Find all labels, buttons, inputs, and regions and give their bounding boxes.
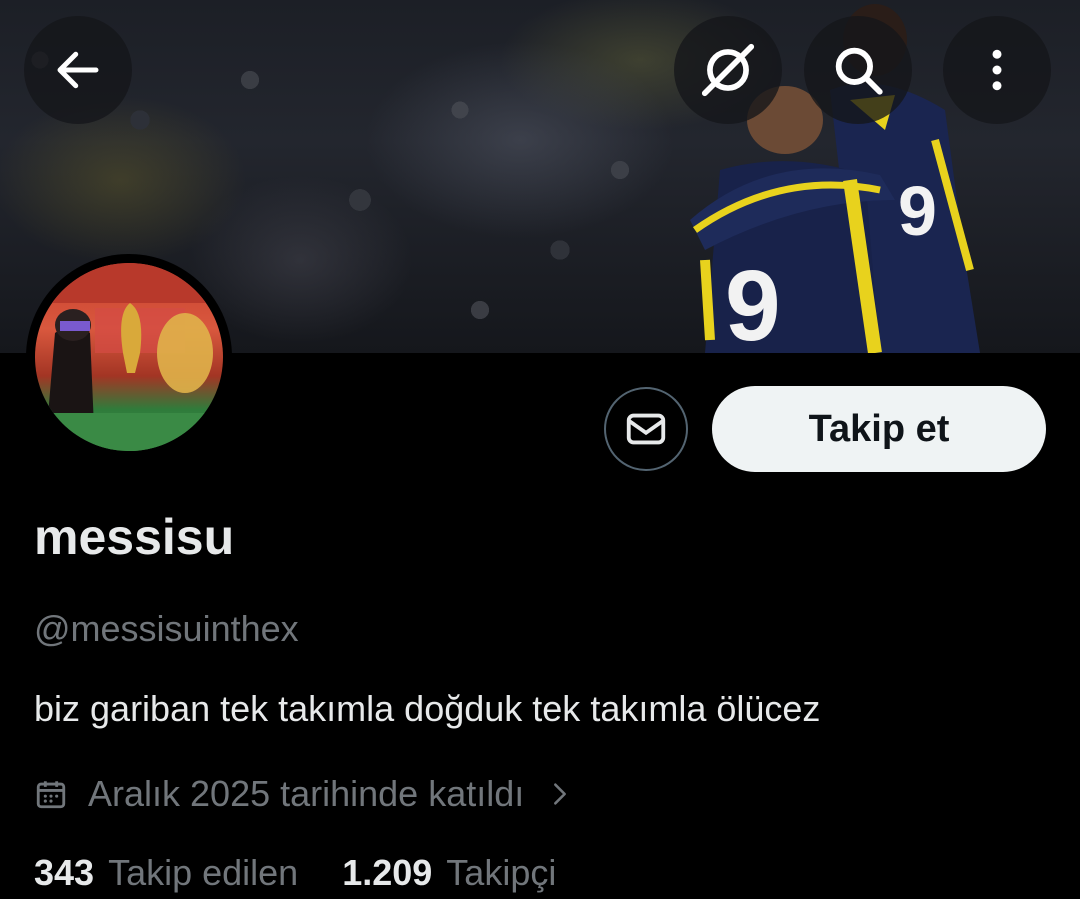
follow-button[interactable]: Takip et xyxy=(712,386,1046,472)
profile-avatar[interactable] xyxy=(26,254,232,460)
user-handle: @messisuinthex xyxy=(34,608,299,649)
message-button[interactable] xyxy=(604,387,688,471)
avatar-photo-illustration xyxy=(35,263,223,451)
followers-count: 1.209 xyxy=(342,852,433,893)
grok-button[interactable] xyxy=(674,16,782,124)
followers-link[interactable]: 1.209 Takipçi xyxy=(342,852,556,894)
envelope-icon xyxy=(626,413,666,445)
follow-stats: 343 Takip edilen 1.209 Takipçi xyxy=(34,852,556,894)
join-date-row[interactable]: Aralık 2025 tarihinde katıldı xyxy=(34,770,574,818)
following-count: 343 xyxy=(34,852,95,893)
join-date-text: Aralık 2025 tarihinde katıldı xyxy=(88,773,525,814)
arrow-left-icon xyxy=(57,51,99,89)
user-bio: biz gariban tek takımla doğduk tek takım… xyxy=(34,688,821,729)
search-button[interactable] xyxy=(804,16,912,124)
chevron-right-icon[interactable] xyxy=(546,780,574,808)
svg-text:9: 9 xyxy=(725,250,781,353)
avatar-image xyxy=(35,263,223,451)
more-vertical-icon xyxy=(992,49,1002,91)
grok-icon xyxy=(701,43,755,97)
svg-text:9: 9 xyxy=(898,172,937,250)
following-link[interactable]: 343 Takip edilen xyxy=(34,852,298,894)
following-label: Takip edilen xyxy=(108,852,299,893)
search-icon xyxy=(835,47,883,95)
more-options-button[interactable] xyxy=(943,16,1051,124)
back-button[interactable] xyxy=(24,16,132,124)
display-name: messisu xyxy=(34,509,235,565)
followers-label: Takipçi xyxy=(446,852,557,893)
calendar-icon xyxy=(34,777,68,811)
